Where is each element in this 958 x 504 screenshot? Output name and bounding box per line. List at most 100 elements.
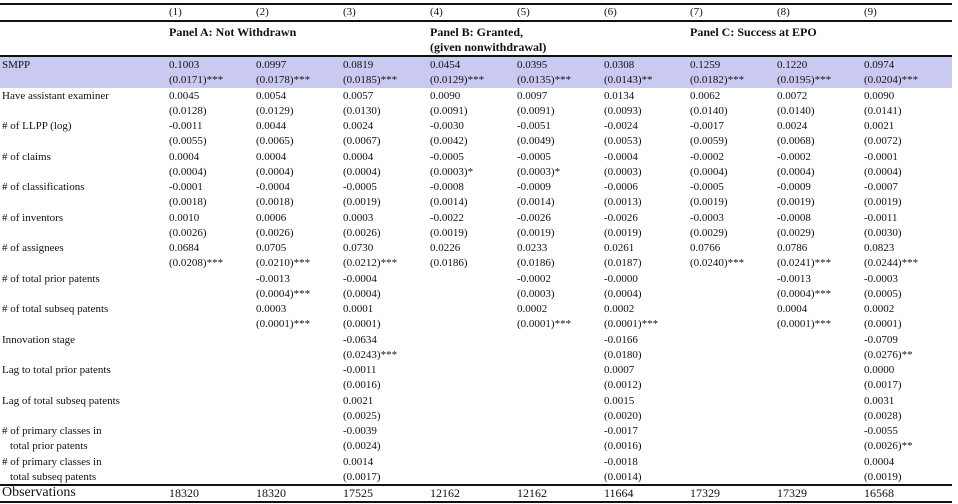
coefficient: -0.0018 — [604, 455, 638, 468]
observations-value: 17329 — [690, 486, 720, 500]
standard-error: (0.0020) — [604, 409, 642, 422]
column-number: (1) — [169, 6, 182, 18]
standard-error: (0.0141) — [864, 104, 902, 117]
standard-error: (0.0017) — [343, 470, 381, 483]
coefficient: -0.0051 — [517, 120, 551, 132]
standard-error: (0.0135)*** — [517, 74, 572, 86]
coefficient: 0.0014 — [343, 455, 374, 468]
column-number: (4) — [430, 6, 443, 18]
standard-error: (0.0029) — [777, 226, 815, 239]
observations-value: 12162 — [517, 486, 547, 500]
coefficient: 0.0684 — [169, 242, 200, 254]
standard-error: (0.0128) — [169, 104, 207, 117]
table-row: Lag of total subseq patents 0.0021 (0.0025… — [0, 394, 952, 425]
coefficient: 0.0004 — [777, 303, 808, 315]
standard-error: (0.0178)*** — [256, 74, 311, 86]
observations-value: 17329 — [777, 486, 807, 500]
table-row: Lag to total prior patents -0.0011 (0.0016… — [0, 363, 952, 394]
coefficient: 0.1003 — [169, 59, 200, 71]
standard-error: (0.0019) — [604, 226, 642, 239]
standard-error: (0.0024) — [343, 440, 381, 452]
coefficient: 0.0134 — [604, 89, 635, 102]
coefficient: -0.0022 — [430, 211, 464, 224]
standard-error: (0.0004) — [343, 287, 381, 300]
column-number-header: (1) (2) (3) (4) (5) (6) (7) (8) (9) — [0, 5, 952, 20]
standard-error: (0.0186) — [430, 257, 468, 269]
standard-error: (0.0129) — [256, 104, 294, 117]
variable-label: # of LLPP (log) — [2, 120, 72, 132]
standard-error: (0.0004) — [169, 165, 207, 178]
panel-headers: Panel A: Not Withdrawn Panel B: Granted,… — [0, 22, 952, 54]
standard-error: (0.0065) — [256, 135, 294, 147]
coefficient: 0.0786 — [777, 242, 808, 254]
coefficient: 0.0002 — [517, 303, 548, 315]
coefficient: 0.0090 — [430, 89, 461, 102]
coefficient: -0.0002 — [690, 150, 724, 163]
table-row: # of primary classes in total subseq pate… — [0, 455, 952, 486]
coefficient: -0.0039 — [343, 425, 377, 437]
coefficient: -0.0002 — [777, 150, 811, 163]
coefficient: -0.0017 — [690, 120, 724, 132]
standard-error: (0.0014) — [517, 196, 555, 208]
coefficient: 0.0002 — [604, 303, 635, 315]
standard-error: (0.0059) — [690, 135, 728, 147]
column-number: (6) — [604, 6, 617, 18]
coefficient: 0.0024 — [777, 120, 808, 132]
standard-error: (0.0186) — [517, 257, 555, 269]
coefficient: -0.0008 — [777, 211, 811, 224]
table-row: # of primary classes in total prior paten… — [0, 424, 952, 455]
coefficient: -0.0005 — [690, 181, 724, 193]
coefficient: 0.0004 — [169, 150, 200, 163]
column-number: (8) — [777, 6, 790, 18]
standard-error: (0.0042) — [430, 135, 468, 147]
coefficient: -0.0008 — [430, 181, 464, 193]
coefficient: -0.0026 — [517, 211, 551, 224]
standard-error: (0.0028) — [864, 409, 902, 422]
coefficient: -0.0004 — [343, 272, 377, 285]
coefficient: -0.0634 — [343, 333, 377, 346]
standard-error: (0.0004)*** — [256, 287, 311, 300]
standard-error: (0.0001)*** — [604, 318, 659, 330]
standard-error: (0.0016) — [604, 440, 642, 452]
standard-error: (0.0001)*** — [777, 318, 832, 330]
standard-error: (0.0244)*** — [864, 257, 919, 269]
coefficient: 0.0454 — [430, 59, 461, 71]
coefficient: 0.0044 — [256, 120, 287, 132]
standard-error: (0.0129)*** — [430, 74, 485, 86]
observations-value: 18320 — [169, 486, 199, 500]
panel-b-subtitle: (given nonwithdrawal) — [430, 40, 547, 54]
coefficient: 0.0000 — [864, 364, 895, 376]
standard-error: (0.0030) — [864, 226, 902, 239]
standard-error: (0.0025) — [343, 409, 381, 422]
standard-error: (0.0019) — [864, 470, 902, 483]
table-bottom-rule — [0, 501, 952, 503]
coefficient: 0.0974 — [864, 59, 895, 71]
standard-error: (0.0019) — [517, 226, 555, 239]
standard-error: (0.0003) — [604, 165, 642, 178]
coefficient: -0.0003 — [864, 272, 898, 285]
standard-error: (0.0187) — [604, 257, 642, 269]
coefficient: -0.0013 — [777, 272, 811, 285]
standard-error: (0.0019) — [343, 196, 381, 208]
standard-error: (0.0204)*** — [864, 74, 919, 86]
coefficient: 0.0233 — [517, 242, 548, 254]
coefficient: -0.0004 — [256, 181, 290, 193]
coefficient: 0.0021 — [864, 120, 895, 132]
variable-label: Lag of total subseq patents — [2, 394, 120, 407]
standard-error: (0.0001)*** — [256, 318, 311, 330]
coefficient: 0.0819 — [343, 59, 374, 71]
coefficient: 0.0054 — [256, 89, 287, 102]
coefficient: -0.0000 — [604, 272, 638, 285]
coefficient: -0.0709 — [864, 333, 898, 346]
observations-row: Observations 18320 18320 17525 12162 121… — [0, 485, 952, 501]
panel-b-title: Panel B: Granted, — [430, 25, 523, 39]
column-number: (3) — [343, 6, 356, 18]
variable-label: Lag to total prior patents — [2, 364, 111, 376]
variable-label: # of claims — [2, 150, 51, 163]
variable-label: # of total subseq patents — [2, 303, 109, 315]
standard-error: (0.0053) — [604, 135, 642, 147]
column-number: (2) — [256, 6, 269, 18]
standard-error: (0.0017) — [864, 379, 902, 391]
standard-error: (0.0055) — [169, 135, 207, 147]
coefficient: 0.0001 — [343, 303, 374, 315]
